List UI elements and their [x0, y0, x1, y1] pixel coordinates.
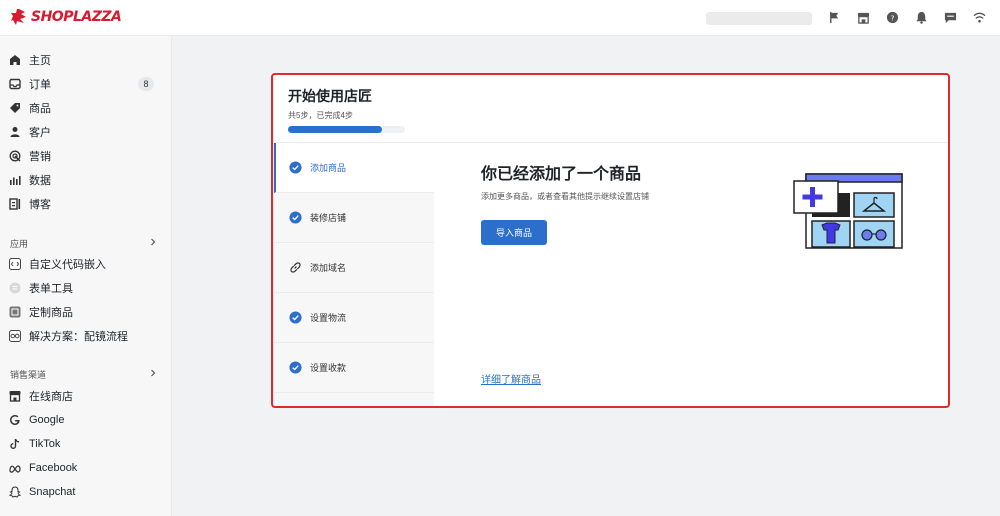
- top-bar: SHOPLAZZA ?: [0, 0, 1000, 36]
- sidebar-channel-snapchat[interactable]: Snapchat: [8, 481, 156, 503]
- flag-icon[interactable]: [826, 9, 842, 25]
- check-circle-icon: [288, 161, 302, 175]
- sidebar-item-customers[interactable]: 客户: [8, 121, 156, 143]
- store-icon: [8, 389, 22, 403]
- facebook-icon: [8, 461, 22, 475]
- chevron-right-icon[interactable]: [149, 238, 157, 246]
- onboarding-card: 开始使用店匠 共5步，已完成4步 添加商品 装修店铺 添加域名 设置物流 设置收…: [274, 75, 948, 406]
- apps-section-title: 应用: [10, 239, 29, 249]
- chat-icon[interactable]: [942, 9, 958, 25]
- sidebar-app-form-tool[interactable]: 表单工具: [8, 277, 156, 299]
- step-panel-description: 添加更多商品，或者查看其他提示继续设置店铺: [481, 192, 649, 201]
- sidebar-item-label: 表单工具: [29, 283, 73, 295]
- sidebar-item-marketing[interactable]: 营销: [8, 145, 156, 167]
- home-icon: [8, 53, 22, 67]
- store-name-blurred[interactable]: [706, 12, 812, 25]
- sidebar-item-label: Google: [29, 414, 65, 426]
- code-app-icon: [8, 257, 22, 271]
- sidebar-item-label: 定制商品: [29, 307, 73, 319]
- step-set-shipping[interactable]: 设置物流: [274, 293, 434, 343]
- sidebar-item-label: 自定义代码嵌入: [29, 259, 106, 271]
- custom-product-app-icon: [8, 305, 22, 319]
- step-label: 设置收款: [310, 363, 347, 373]
- store-icon[interactable]: [855, 9, 871, 25]
- sidebar-channel-online-store[interactable]: 在线商店: [8, 385, 156, 407]
- onboarding-progress-bar: [288, 126, 405, 133]
- chevron-right-icon[interactable]: [149, 369, 157, 377]
- link-icon: [288, 261, 302, 275]
- step-label: 添加域名: [310, 263, 347, 273]
- onboarding-progress-fill: [288, 126, 382, 133]
- check-circle-icon: [288, 361, 302, 375]
- step-add-domain[interactable]: 添加域名: [274, 243, 434, 293]
- onboarding-progress-text: 共5步，已完成4步: [288, 111, 353, 120]
- step-label: 添加商品: [310, 163, 347, 173]
- orders-count-badge: 8: [138, 77, 154, 91]
- sidebar-item-blog[interactable]: 博客: [8, 193, 156, 215]
- bell-icon[interactable]: [913, 9, 929, 25]
- snapchat-icon: [8, 485, 22, 499]
- sidebar-item-label: 营销: [29, 151, 51, 163]
- tag-icon: [8, 101, 22, 115]
- form-app-icon: [8, 281, 22, 295]
- sidebar-app-custom-product[interactable]: 定制商品: [8, 301, 156, 323]
- sidebar-item-label: 主页: [29, 55, 51, 67]
- step-label: 设置物流: [310, 313, 347, 323]
- svg-text:?: ?: [890, 13, 894, 22]
- google-icon: [8, 413, 22, 427]
- tiktok-icon: [8, 437, 22, 451]
- sidebar-channel-google[interactable]: Google: [8, 409, 156, 431]
- channels-section-title: 销售渠道: [10, 370, 47, 380]
- sidebar-item-label: 博客: [29, 199, 51, 211]
- sidebar-item-label: Snapchat: [29, 486, 76, 498]
- sidebar-item-label: Facebook: [29, 462, 78, 474]
- check-circle-icon: [288, 211, 302, 225]
- sidebar-item-label: 客户: [29, 127, 51, 139]
- sidebar-item-label: 在线商店: [29, 391, 73, 403]
- sidebar-item-label: 解决方案：配镜流程: [29, 331, 128, 343]
- bar-chart-icon: [8, 173, 22, 187]
- sidebar-item-products[interactable]: 商品: [8, 97, 156, 119]
- inbox-icon: [8, 77, 22, 91]
- sidebar-item-data[interactable]: 数据: [8, 169, 156, 191]
- sidebar: 主页 订单 8 商品 客户 营销 数据 博客 应用 自定义代码嵌入 表单工具 定…: [0, 36, 172, 516]
- step-panel-title: 你已经添加了一个商品: [481, 166, 642, 183]
- sidebar-item-label: 数据: [29, 175, 51, 187]
- onboarding-title: 开始使用店匠: [288, 88, 372, 104]
- check-circle-icon: [288, 311, 302, 325]
- import-products-button[interactable]: 导入商品: [481, 220, 547, 245]
- person-icon: [8, 125, 22, 139]
- step-add-product[interactable]: 添加商品: [274, 143, 434, 193]
- blog-icon: [8, 197, 22, 211]
- sidebar-channel-tiktok[interactable]: TikTok: [8, 433, 156, 455]
- onboarding-steps-list: 添加商品 装修店铺 添加域名 设置物流 设置收款: [274, 143, 434, 406]
- shoplazza-logo-mark-icon: [11, 9, 26, 25]
- wifi-icon[interactable]: [971, 9, 987, 25]
- products-illustration: [793, 173, 903, 249]
- sidebar-item-home[interactable]: 主页: [8, 49, 156, 71]
- brand-name: SHOPLAZZA: [31, 9, 122, 25]
- help-icon[interactable]: ?: [884, 9, 900, 25]
- sidebar-app-glasses-flow[interactable]: 解决方案：配镜流程: [8, 325, 156, 347]
- step-set-payment[interactable]: 设置收款: [274, 343, 434, 393]
- step-label: 装修店铺: [310, 213, 347, 223]
- shoplazza-logo[interactable]: SHOPLAZZA: [10, 8, 122, 26]
- sidebar-item-label: 订单: [29, 79, 51, 91]
- sidebar-item-orders[interactable]: 订单 8: [8, 73, 156, 95]
- glasses-app-icon: [8, 329, 22, 343]
- sidebar-app-custom-code[interactable]: 自定义代码嵌入: [8, 253, 156, 275]
- step-decorate-store[interactable]: 装修店铺: [274, 193, 434, 243]
- sidebar-item-label: TikTok: [29, 438, 61, 450]
- sidebar-channel-facebook[interactable]: Facebook: [8, 457, 156, 479]
- learn-more-products-link[interactable]: 详细了解商品: [481, 371, 541, 386]
- sidebar-item-label: 商品: [29, 103, 51, 115]
- target-icon: [8, 149, 22, 163]
